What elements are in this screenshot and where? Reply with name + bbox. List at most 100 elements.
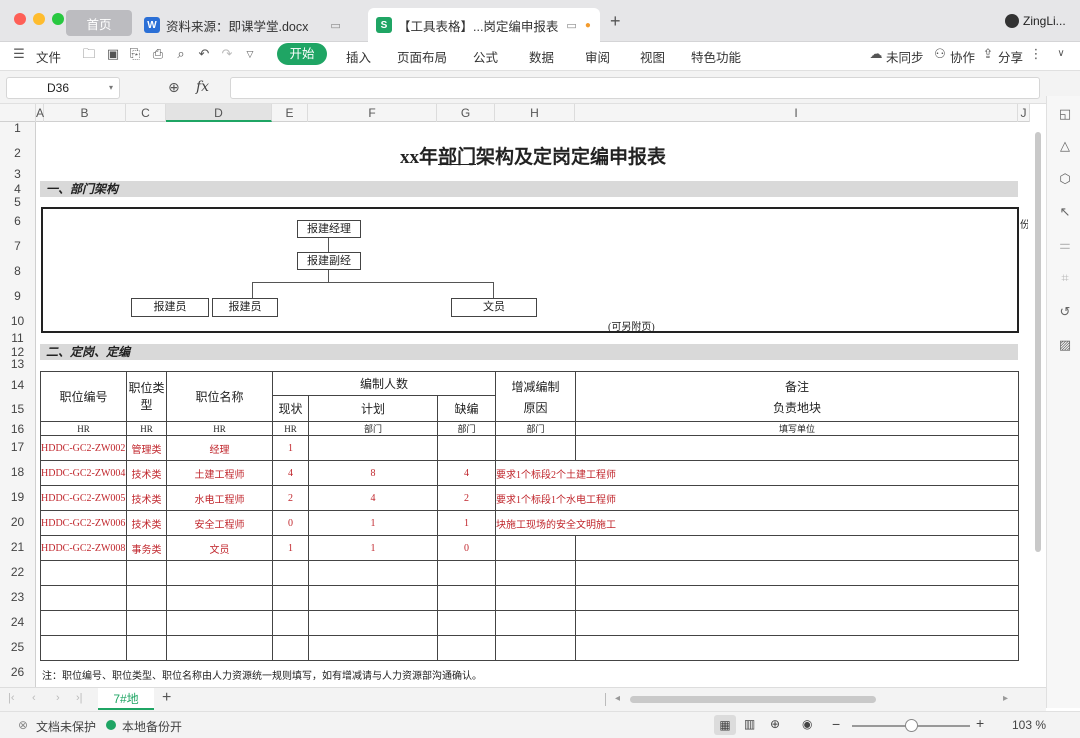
- row-header[interactable]: 25: [0, 638, 35, 656]
- cloud-sync-icon[interactable]: ☁: [867, 45, 885, 63]
- empty-cell[interactable]: [40, 585, 127, 611]
- zoom-in-button[interactable]: +: [976, 715, 984, 731]
- subheader-cell[interactable]: 部门: [436, 421, 497, 436]
- row-header[interactable]: 18: [0, 463, 35, 481]
- menu-review[interactable]: 审阅: [585, 47, 610, 66]
- prev-sheet-icon[interactable]: ‹: [32, 692, 36, 704]
- subheader-cell[interactable]: HR: [166, 421, 273, 436]
- row-header[interactable]: 21: [0, 538, 35, 556]
- column-header-a[interactable]: A: [36, 104, 44, 122]
- cell-job-name[interactable]: 土建工程师: [166, 460, 273, 486]
- cell-remark[interactable]: [575, 460, 1020, 486]
- cell-job-no[interactable]: HDDC-GC2-ZW002: [40, 435, 127, 461]
- undo-icon[interactable]: ↶: [195, 45, 213, 63]
- select-all-corner[interactable]: [0, 104, 36, 122]
- row-header[interactable]: 15: [0, 400, 35, 418]
- empty-cell[interactable]: [575, 610, 1020, 636]
- subheader-cell[interactable]: 部门: [495, 421, 577, 436]
- print-preview-icon[interactable]: ⌕: [172, 45, 190, 63]
- function-icon[interactable]: fx: [196, 79, 209, 95]
- pdf-icon[interactable]: ⎘: [126, 45, 144, 63]
- column-header-d[interactable]: D: [166, 104, 272, 122]
- first-sheet-icon[interactable]: |‹: [8, 692, 15, 704]
- subheader-cell[interactable]: HR: [272, 421, 309, 436]
- cell-reason[interactable]: 块施工现场的安全文明施工: [495, 510, 616, 536]
- backup-status[interactable]: 本地备份开: [122, 718, 182, 735]
- cell-job-type[interactable]: 技术类: [126, 460, 167, 486]
- page-view-icon[interactable]: ▥: [744, 717, 755, 731]
- empty-cell[interactable]: [436, 635, 497, 661]
- zoom-level[interactable]: 103 %: [1012, 718, 1046, 732]
- column-header-c[interactable]: C: [126, 104, 166, 122]
- cell-current[interactable]: 2: [272, 485, 309, 511]
- cell-plan[interactable]: 1: [308, 535, 438, 561]
- tab-home[interactable]: 首页: [66, 10, 132, 36]
- menu-formula[interactable]: 公式: [473, 47, 498, 66]
- cell-reason[interactable]: [495, 535, 577, 561]
- column-header-h[interactable]: H: [495, 104, 575, 122]
- next-sheet-icon[interactable]: ›: [56, 692, 60, 704]
- zoom-slider-handle[interactable]: [905, 719, 918, 732]
- empty-cell[interactable]: [272, 585, 309, 611]
- sync-status[interactable]: 未同步: [886, 47, 924, 66]
- formula-input[interactable]: [230, 77, 1040, 99]
- user-name[interactable]: ZingLi...: [1023, 14, 1066, 28]
- header-staffing[interactable]: 编制人数: [271, 371, 497, 396]
- empty-cell[interactable]: [272, 560, 309, 586]
- empty-cell[interactable]: [126, 610, 167, 636]
- row-header[interactable]: 10: [0, 312, 35, 330]
- cell-remark[interactable]: [575, 485, 1020, 511]
- subheader-cell[interactable]: 部门: [308, 421, 438, 436]
- namebox-dropdown-icon[interactable]: ▾: [109, 78, 113, 98]
- cell-shortage[interactable]: 2: [436, 485, 497, 511]
- subheader-cell[interactable]: HR: [126, 421, 167, 436]
- file-menu[interactable]: 文件: [36, 47, 61, 66]
- subheader-cell[interactable]: HR: [40, 421, 127, 436]
- empty-cell[interactable]: [40, 610, 127, 636]
- vertical-scrollbar[interactable]: [1033, 122, 1043, 562]
- row-header[interactable]: 17: [0, 438, 35, 456]
- collab-button[interactable]: 协作: [950, 47, 975, 66]
- org-node-deputy[interactable]: 报建副经: [297, 252, 361, 270]
- cell-job-name[interactable]: 水电工程师: [166, 485, 273, 511]
- cell-current[interactable]: 1: [272, 535, 309, 561]
- cell-shortage[interactable]: 0: [436, 535, 497, 561]
- empty-cell[interactable]: [308, 585, 438, 611]
- tab-spreadsheet[interactable]: S 【工具表格】...岗定编申报表 ▭ ●: [368, 8, 600, 42]
- empty-cell[interactable]: [126, 560, 167, 586]
- header-remark[interactable]: 备注 负责地块: [575, 371, 1020, 422]
- row-header[interactable]: 20: [0, 513, 35, 531]
- row-header[interactable]: 6: [0, 212, 35, 230]
- collab-icon[interactable]: ⚇: [931, 45, 949, 63]
- column-header-i[interactable]: I: [575, 104, 1018, 122]
- history-icon[interactable]: ↺: [1057, 304, 1073, 320]
- header-job-no[interactable]: 职位编号: [40, 371, 127, 422]
- cell-plan[interactable]: 1: [308, 510, 438, 536]
- empty-cell[interactable]: [126, 635, 167, 661]
- empty-cell[interactable]: [308, 635, 438, 661]
- empty-cell[interactable]: [436, 610, 497, 636]
- sheet-canvas[interactable]: xx年部门架构及定岗定编申报表 一、部门架构 报建经理 报建副经 报建员 报建员…: [36, 122, 1030, 687]
- header-job-type[interactable]: 职位类型: [126, 371, 167, 422]
- horizontal-scroll-thumb[interactable]: [630, 696, 876, 703]
- org-node-clerk[interactable]: 文员: [451, 298, 537, 317]
- open-folder-icon[interactable]: 🗀: [80, 45, 98, 63]
- cell-current[interactable]: 4: [272, 460, 309, 486]
- frame-icon[interactable]: ⌗: [1057, 270, 1073, 286]
- share-button[interactable]: 分享: [998, 47, 1023, 66]
- shapes-icon[interactable]: ◱: [1057, 106, 1073, 122]
- cell-plan[interactable]: 8: [308, 460, 438, 486]
- cell-remark[interactable]: [575, 510, 1020, 536]
- empty-cell[interactable]: [272, 635, 309, 661]
- close-window-button[interactable]: [14, 13, 26, 25]
- cell-job-type[interactable]: 技术类: [126, 510, 167, 536]
- cell-current[interactable]: 1: [272, 435, 309, 461]
- row-header[interactable]: 14: [0, 376, 35, 394]
- menu-insert[interactable]: 插入: [346, 47, 371, 66]
- row-header[interactable]: 23: [0, 588, 35, 606]
- empty-cell[interactable]: [495, 585, 577, 611]
- image-icon[interactable]: ▨: [1057, 337, 1073, 353]
- zoom-search-icon[interactable]: ⊕: [168, 79, 180, 96]
- empty-cell[interactable]: [436, 560, 497, 586]
- last-sheet-icon[interactable]: ›|: [76, 692, 83, 704]
